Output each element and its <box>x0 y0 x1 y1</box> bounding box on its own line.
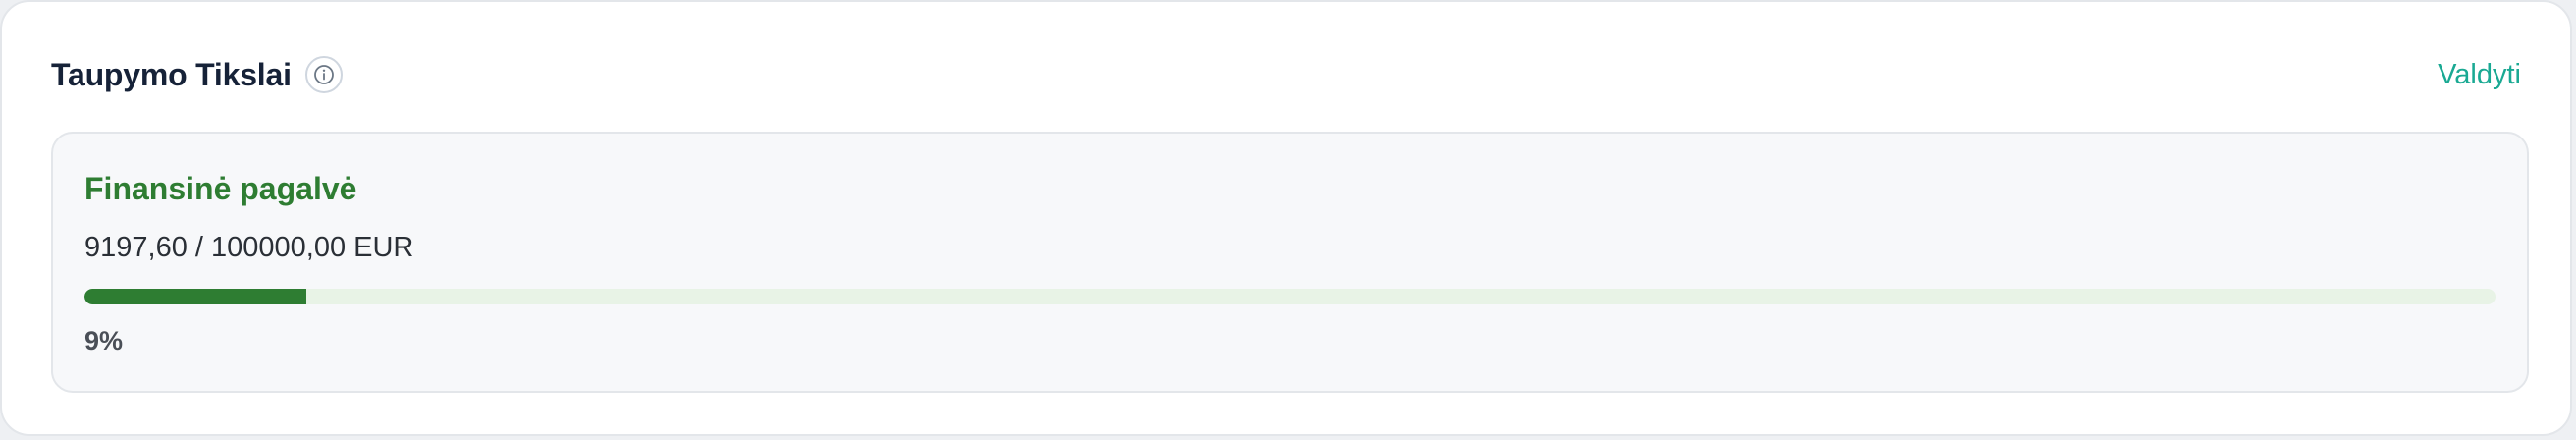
card-title: Taupymo Tikslai <box>51 56 292 92</box>
info-icon[interactable] <box>304 56 343 93</box>
goal-item: Finansinė pagalvė 9197,60 / 100000,00 EU… <box>51 132 2529 393</box>
card-header: Taupymo Tikslai Valdyti <box>51 53 2521 96</box>
savings-goals-card: Taupymo Tikslai Valdyti Finansinė pagalv… <box>0 0 2572 436</box>
goal-progress-fill <box>84 289 306 304</box>
manage-link[interactable]: Valdyti <box>2438 59 2521 91</box>
goal-amount: 9197,60 / 100000,00 EUR <box>84 232 414 263</box>
goal-name: Finansinė pagalvė <box>84 171 357 206</box>
info-icon-glyph <box>313 65 334 84</box>
goal-percent: 9% <box>84 326 124 356</box>
title-group: Taupymo Tikslai <box>51 56 343 93</box>
goal-progress-bar <box>84 289 2496 304</box>
